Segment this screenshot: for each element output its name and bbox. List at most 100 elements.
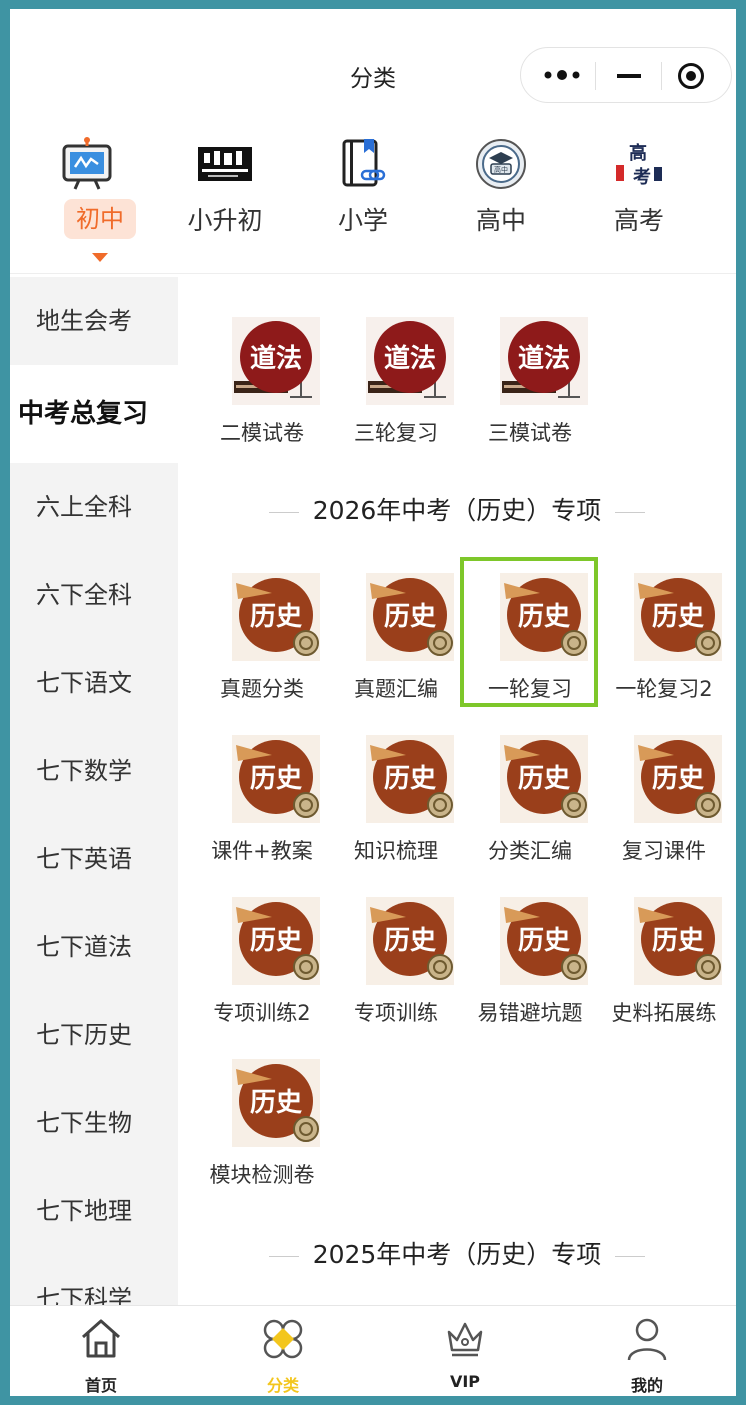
grid-item-label: 一轮复习2 [615,677,713,701]
grid-item[interactable]: 历史一轮复习2 [598,565,730,705]
grid-item[interactable]: 历史 复习课件 [598,727,730,867]
tab-label: 分类 [266,1376,299,1395]
sidebar-item[interactable]: 七下生物 [10,1079,178,1167]
grid-item-label: 专项训练2 [213,1001,311,1025]
sidebar-item-active[interactable]: 中考总复习 [10,365,178,463]
nav-header: 分类 [10,9,736,121]
sidebar-item[interactable]: 地生会考 [10,277,178,365]
grid-item[interactable]: 历史一轮复习 [460,557,598,707]
grid-item-label: 一轮复习 [488,677,572,701]
capsule-divider [595,62,596,90]
user-icon [627,1318,667,1361]
grid-item[interactable]: 道法三模试卷 [464,309,596,449]
tab-label: 首页 [84,1376,117,1395]
top-category-primary[interactable]: 小学 [298,121,428,273]
minimize-icon[interactable] [617,74,641,78]
sidebar-item[interactable]: 七下地理 [10,1167,178,1255]
grid-item[interactable]: 道法 二模试卷 [196,309,328,449]
grid-item[interactable]: 历史易错避坑题 [464,889,596,1029]
grid-item-label: 知识梳理 [354,839,438,863]
active-caret-icon [92,253,108,262]
divider-line [268,1255,299,1257]
history-subject-icon: 历史 [634,573,722,661]
bottom-tab-bar: 首页 分类 VIP 我的 [10,1305,736,1396]
history-subject-icon: 历史 [232,1059,320,1147]
divider-line [615,511,646,513]
top-category-label: 高中 [475,206,526,235]
svg-text:历史: 历史 [250,602,303,632]
daofa-subject-icon: 道法 [366,317,454,405]
tab-category[interactable]: 分类 [192,1306,374,1396]
svg-text:历史: 历史 [384,602,437,632]
svg-text:历史: 历史 [384,926,437,956]
category-icon [263,1319,303,1359]
daofa-subject-icon: 道法 [500,317,588,405]
classroom-icon [198,147,252,181]
history-subject-icon: 历史 [500,735,588,823]
section-title: 2026年中考（历史）专项 [312,496,602,525]
history-subject-icon: 历史 [366,897,454,985]
svg-text:历史: 历史 [518,764,571,794]
svg-text:历史: 历史 [652,764,705,794]
sidebar-item[interactable]: 七下科学 [10,1255,178,1305]
grid-item[interactable]: 历史 模块检测卷 [196,1051,328,1191]
svg-text:历史: 历史 [250,764,303,794]
gaokao-icon: 高 考 [616,142,662,188]
sidebar-item[interactable]: 七下英语 [10,815,178,903]
board-icon [62,137,112,190]
svg-text:高: 高 [629,142,647,164]
grid-item-label: 真题分类 [220,677,304,701]
grid-item-label: 专项训练 [354,1001,438,1025]
graduation-badge-icon: 高中 [476,139,526,189]
top-category-junior-high[interactable]: 初中 [22,121,152,273]
more-dots-icon[interactable] [543,67,581,83]
section-heading-2026: 2026年中考（历史）专项 [178,491,736,527]
sidebar-item[interactable]: 六上全科 [10,463,178,551]
tab-home[interactable]: 首页 [10,1306,192,1396]
top-category-label: 高考 [613,206,664,235]
grid-item-label: 易错避坑题 [477,1001,583,1025]
grid-item[interactable]: 历史 分类汇编 [464,727,596,867]
svg-text:历史: 历史 [250,926,303,956]
svg-text:历史: 历史 [250,1088,303,1118]
sidebar-item[interactable]: 七下数学 [10,727,178,815]
top-category-bar: 初中 小升初 小学 高中 高中 高 考 高考 [10,121,736,274]
grid-item[interactable]: 历史 课件+教案 [196,727,328,867]
grid-item[interactable]: 历史 史料拓展练 [598,889,730,1029]
svg-text:历史: 历史 [518,602,571,632]
grid-item[interactable]: 历史专项训练 [330,889,462,1029]
target-icon[interactable] [677,62,705,90]
svg-text:高中: 高中 [494,165,508,174]
grid-item-label: 三模试卷 [488,421,572,445]
tab-vip[interactable]: VIP [374,1306,556,1396]
history-subject-icon: 历史 [634,735,722,823]
sidebar-item[interactable]: 七下语文 [10,639,178,727]
svg-text:历史: 历史 [518,926,571,956]
grid-item-label: 真题汇编 [354,677,438,701]
svg-text:考: 考 [633,166,651,188]
grid-item[interactable]: 道法 三轮复习 [330,309,462,449]
history-subject-icon: 历史 [500,897,588,985]
sidebar-item[interactable]: 七下道法 [10,903,178,991]
tab-label: VIP [449,1372,481,1391]
book-link-icon [342,139,386,187]
tab-mine[interactable]: 我的 [556,1306,736,1396]
divider-line [268,511,299,513]
grid-item[interactable]: 历史专项训练2 [196,889,328,1029]
mini-program-capsule [520,47,732,103]
sidebar-item[interactable]: 六下全科 [10,551,178,639]
sidebar-item[interactable]: 七下历史 [10,991,178,1079]
content-panel: 道法 二模试卷 道法 三轮复习 道法 三模试卷 2026年中考（历史）专项 历史 真题分类历… [178,277,736,1305]
top-category-gaokao[interactable]: 高 考 高考 [574,121,704,273]
grid-item[interactable]: 历史真题分类 [196,565,328,705]
daofa-subject-icon: 道法 [232,317,320,405]
daofa-grid: 道法 二模试卷 道法 三轮复习 道法三模试卷 [196,309,736,449]
top-category-high-school[interactable]: 高中 高中 [436,121,566,273]
grid-item[interactable]: 历史真题汇编 [330,565,462,705]
grid-item-label: 史料拓展练 [611,1001,717,1025]
grid-item[interactable]: 历史 知识梳理 [330,727,462,867]
top-category-primary-to-junior[interactable]: 小升初 [160,121,290,273]
history-grid: 历史 真题分类 历史 真题汇编 历史 一轮复习 历史 一轮复习2 历史 课件+教案 历史 知识梳理 历史… [196,557,736,1205]
divider-line [615,1255,646,1257]
history-subject-icon: 历史 [232,735,320,823]
